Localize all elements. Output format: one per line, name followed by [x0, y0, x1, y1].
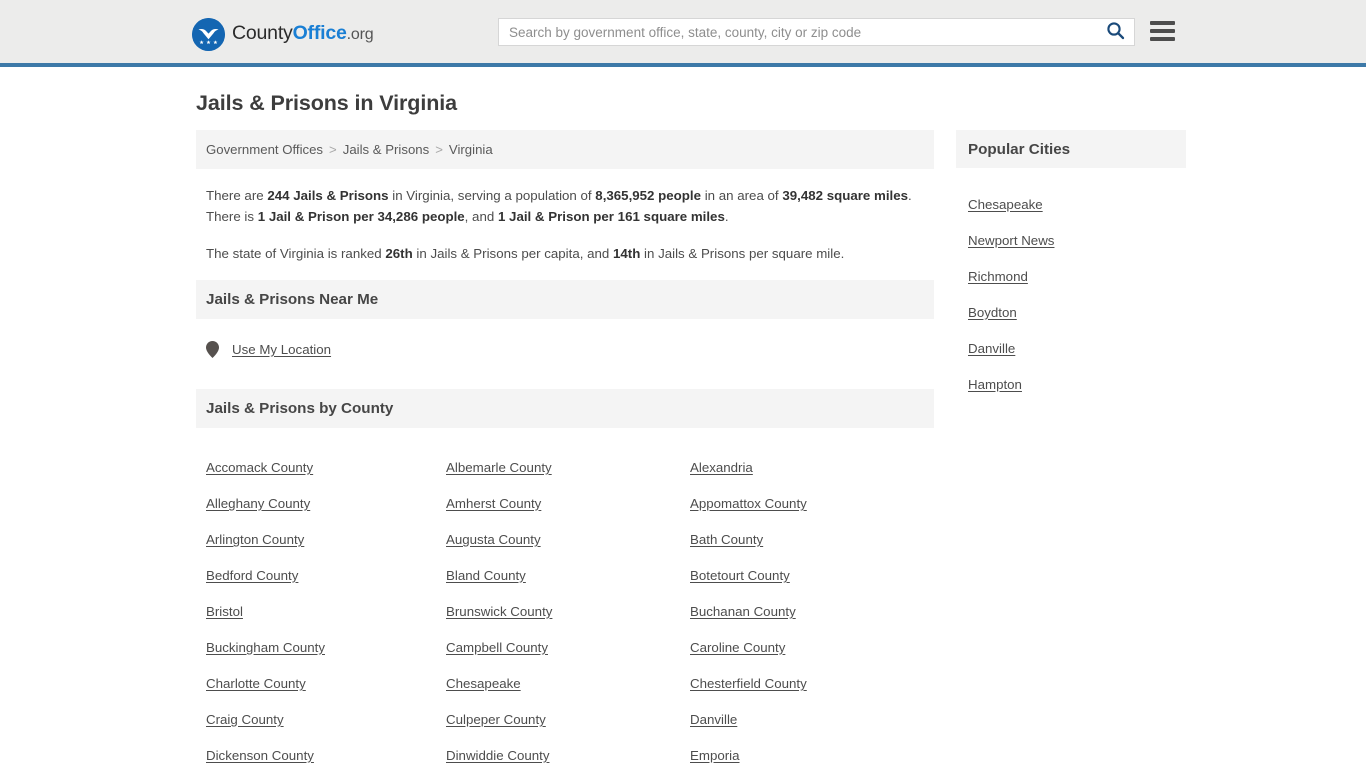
- stat-population: 8,365,952 people: [595, 188, 701, 203]
- county-link[interactable]: Craig County: [206, 702, 446, 738]
- county-office-seal-icon: [192, 17, 225, 51]
- near-me-heading: Jails & Prisons Near Me: [206, 291, 379, 308]
- page-body: Jails & Prisons in Virginia Government O…: [0, 67, 1366, 768]
- county-link[interactable]: Alexandria: [690, 450, 930, 486]
- breadcrumb-separator-2: >: [435, 142, 443, 157]
- hamburger-bar-3: [1150, 37, 1175, 41]
- logo-text-county: County: [232, 22, 293, 45]
- popular-cities-list: Chesapeake Newport News Richmond Boydton…: [956, 168, 1186, 403]
- county-link[interactable]: Bristol: [206, 594, 446, 630]
- site-header: CountyOffice.org: [0, 0, 1366, 67]
- main-column: Government Offices > Jails & Prisons > V…: [196, 130, 934, 768]
- intro-paragraph-rank: The state of Virginia is ranked 26th in …: [206, 243, 924, 264]
- county-link[interactable]: Culpeper County: [446, 702, 690, 738]
- sidebar-item-newport-news[interactable]: Newport News: [968, 223, 1186, 259]
- breadcrumb: Government Offices > Jails & Prisons > V…: [196, 130, 934, 169]
- county-link[interactable]: Accomack County: [206, 450, 446, 486]
- intro-p1-text-1: There are: [206, 188, 268, 203]
- stat-per-people: 1 Jail & Prison per 34,286 people: [257, 209, 465, 224]
- county-link[interactable]: Dinwiddie County: [446, 738, 690, 768]
- search-bar[interactable]: [498, 18, 1135, 46]
- breadcrumb-item-virginia[interactable]: Virginia: [449, 142, 493, 157]
- use-my-location-label: Use My Location: [232, 342, 332, 357]
- sidebar-item-chesapeake[interactable]: Chesapeake: [968, 187, 1186, 223]
- search-button[interactable]: [1096, 19, 1134, 45]
- county-link[interactable]: Buchanan County: [690, 594, 930, 630]
- stat-count: 244 Jails & Prisons: [267, 188, 389, 203]
- near-me-body: Use My Location: [196, 319, 934, 383]
- county-link[interactable]: Brunswick County: [446, 594, 690, 630]
- county-link[interactable]: Bedford County: [206, 558, 446, 594]
- breadcrumb-separator-1: >: [329, 142, 337, 157]
- hamburger-menu-icon[interactable]: [1150, 20, 1175, 42]
- sidebar: Popular Cities Chesapeake Newport News R…: [956, 130, 1186, 403]
- sidebar-item-danville[interactable]: Danville: [968, 331, 1186, 367]
- county-link[interactable]: Danville: [690, 702, 930, 738]
- county-link[interactable]: Bland County: [446, 558, 690, 594]
- site-logo-text: CountyOffice.org: [232, 22, 374, 45]
- sidebar-item-richmond[interactable]: Richmond: [968, 259, 1186, 295]
- stat-per-area: 1 Jail & Prison per 161 square miles: [497, 209, 725, 224]
- logo-text-org: .org: [346, 26, 374, 44]
- use-my-location-link[interactable]: Use My Location: [206, 341, 331, 358]
- county-link[interactable]: Dickenson County: [206, 738, 446, 768]
- breadcrumb-item-government-offices[interactable]: Government Offices: [206, 142, 323, 157]
- sidebar-item-boydton[interactable]: Boydton: [968, 295, 1186, 331]
- intro-text: There are 244 Jails & Prisons in Virgini…: [196, 169, 934, 264]
- page-title: Jails & Prisons in Virginia: [196, 91, 457, 115]
- county-link[interactable]: Augusta County: [446, 522, 690, 558]
- county-link[interactable]: Appomattox County: [690, 486, 930, 522]
- intro-p1-text-2: in Virginia, serving a population of: [388, 188, 596, 203]
- site-logo[interactable]: CountyOffice.org: [192, 17, 374, 51]
- intro-p2-text-3: in Jails & Prisons per square mile.: [640, 246, 845, 261]
- search-icon: [1106, 21, 1125, 43]
- county-link[interactable]: Campbell County: [446, 630, 690, 666]
- intro-p2-text-1: The state of Virginia is ranked: [206, 246, 386, 261]
- county-link[interactable]: Emporia: [690, 738, 930, 768]
- county-link[interactable]: Albemarle County: [446, 450, 690, 486]
- county-link[interactable]: Buckingham County: [206, 630, 446, 666]
- map-pin-icon: [206, 341, 219, 358]
- county-link[interactable]: Chesapeake: [446, 666, 690, 702]
- section-header-near-me: Jails & Prisons Near Me: [196, 280, 934, 319]
- intro-p1-text-6: .: [724, 209, 729, 224]
- logo-text-office: Office: [292, 22, 347, 45]
- hamburger-bar-2: [1150, 29, 1175, 33]
- county-link[interactable]: Bath County: [690, 522, 930, 558]
- county-link[interactable]: Arlington County: [206, 522, 446, 558]
- content-container: Jails & Prisons in Virginia Government O…: [186, 79, 1186, 768]
- county-link[interactable]: Botetourt County: [690, 558, 930, 594]
- stat-area: 39,482 square miles: [782, 188, 908, 203]
- sidebar-header: Popular Cities: [956, 130, 1186, 168]
- county-link[interactable]: Charlotte County: [206, 666, 446, 702]
- county-link[interactable]: Chesterfield County: [690, 666, 930, 702]
- breadcrumb-item-jails-prisons[interactable]: Jails & Prisons: [343, 142, 429, 157]
- content-layout: Government Offices > Jails & Prisons > V…: [186, 130, 1186, 768]
- section-header-by-county: Jails & Prisons by County: [196, 389, 934, 428]
- search-input[interactable]: [499, 19, 1096, 45]
- county-link[interactable]: Alleghany County: [206, 486, 446, 522]
- popular-cities-heading: Popular Cities: [968, 140, 1071, 158]
- rank-per-capita: 26th: [385, 246, 413, 261]
- intro-p1-text-3: in an area of: [701, 188, 783, 203]
- intro-paragraph-stats: There are 244 Jails & Prisons in Virgini…: [206, 185, 924, 227]
- sidebar-item-hampton[interactable]: Hampton: [968, 367, 1186, 403]
- hamburger-bar-1: [1150, 21, 1175, 25]
- county-link-grid: Accomack County Albemarle County Alexand…: [196, 428, 934, 768]
- county-link[interactable]: Amherst County: [446, 486, 690, 522]
- intro-p1-text-5: , and: [464, 209, 498, 224]
- rank-per-square-mile: 14th: [613, 246, 641, 261]
- by-county-heading: Jails & Prisons by County: [206, 400, 394, 417]
- county-link[interactable]: Caroline County: [690, 630, 930, 666]
- intro-p2-text-2: in Jails & Prisons per capita, and: [412, 246, 613, 261]
